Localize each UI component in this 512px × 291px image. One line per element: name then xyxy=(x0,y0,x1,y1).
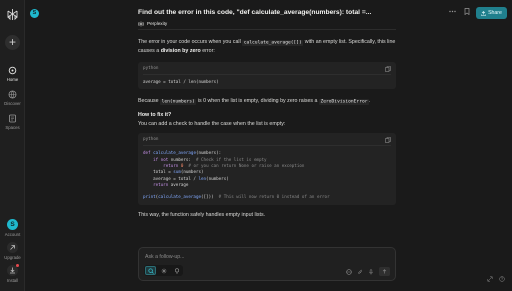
copy-icon[interactable] xyxy=(385,66,391,72)
follow-up-input[interactable]: Ask a follow-up... xyxy=(145,254,185,260)
corner-tools xyxy=(487,276,505,282)
tab-perplexity[interactable]: Perplexity xyxy=(138,20,396,28)
research-mode-button[interactable] xyxy=(158,266,169,275)
download-icon xyxy=(7,264,19,276)
sidebar-item-label: Spaces xyxy=(5,125,20,130)
expand-icon[interactable] xyxy=(487,276,493,282)
labs-mode-button[interactable] xyxy=(171,266,182,275)
sidebar-item-upgrade[interactable]: Upgrade xyxy=(0,242,25,260)
home-search-icon xyxy=(8,66,17,75)
sidebar-item-label: Account xyxy=(4,232,21,237)
sidebar-item-label: Home xyxy=(6,77,19,82)
answer-paragraph: Because len(numbers) is 0 when the list … xyxy=(138,98,371,105)
left-sidebar: + Home Discover Spaces S Account Upgrade xyxy=(0,0,25,291)
code-language-label: python xyxy=(143,137,391,147)
bookmark-icon[interactable] xyxy=(464,8,470,15)
upgrade-icon xyxy=(7,242,18,253)
lightbulb-icon xyxy=(174,267,179,274)
composer-tools xyxy=(346,267,390,276)
globe-icon xyxy=(8,90,17,99)
share-label: Share xyxy=(488,10,502,16)
search-mode-toggle xyxy=(144,265,183,276)
spaces-icon xyxy=(9,114,16,123)
inline-code: ZeroDivisionError xyxy=(318,98,369,105)
sidebar-item-label: Install xyxy=(6,278,19,283)
inline-code: calculate_average([]) xyxy=(242,39,304,46)
answer-content: Perplexity The error in your code occurs… xyxy=(138,20,396,219)
answer-paragraph: The error in your code occurs when you c… xyxy=(138,39,396,55)
microphone-icon[interactable] xyxy=(368,268,374,275)
sidebar-item-spaces[interactable]: Spaces xyxy=(0,114,25,130)
divider xyxy=(138,29,396,30)
more-options-icon[interactable] xyxy=(449,8,456,15)
page-title: Find out the error in this code, "def ca… xyxy=(138,9,372,16)
attach-icon[interactable] xyxy=(357,269,363,275)
inline-code: len(numbers) xyxy=(160,98,197,105)
avatar[interactable]: S xyxy=(30,9,39,18)
new-thread-button[interactable]: + xyxy=(5,35,20,50)
globe-icon[interactable] xyxy=(346,268,352,275)
search-icon xyxy=(147,267,154,274)
send-button[interactable] xyxy=(379,267,390,276)
perplexity-logo-icon[interactable] xyxy=(6,8,19,21)
sidebar-item-label: Discover xyxy=(4,101,21,106)
code-block: python def calculate_average(numbers): i… xyxy=(138,133,396,205)
search-mode-button[interactable] xyxy=(145,266,156,275)
code-content: def calculate_average(numbers): if not n… xyxy=(143,150,330,200)
share-button[interactable]: Share xyxy=(476,7,507,19)
sidebar-item-install[interactable]: Install xyxy=(0,264,25,283)
arrow-up-icon xyxy=(382,269,387,274)
help-icon[interactable] xyxy=(499,276,505,282)
research-icon xyxy=(161,268,166,273)
code-content: average = total / len(numbers) xyxy=(143,78,219,84)
perplexity-tab-icon xyxy=(138,21,144,26)
answer-paragraph: You can add a check to handle the case w… xyxy=(138,120,286,127)
sidebar-item-account[interactable]: S Account xyxy=(0,219,25,237)
avatar: S xyxy=(7,219,18,230)
share-icon xyxy=(481,10,486,16)
answer-paragraph: This way, the function safely handles em… xyxy=(138,211,266,218)
notification-dot xyxy=(16,264,19,267)
sidebar-item-discover[interactable]: Discover xyxy=(0,90,25,106)
tab-label: Perplexity xyxy=(147,21,168,26)
copy-icon[interactable] xyxy=(385,137,391,144)
section-heading: How to fix it? xyxy=(138,111,172,118)
code-language-label: python xyxy=(143,66,391,75)
code-block: python average = total / len(numbers) xyxy=(138,61,396,90)
sidebar-item-home[interactable]: Home xyxy=(0,66,25,82)
sidebar-item-label: Upgrade xyxy=(4,255,21,260)
follow-up-composer[interactable]: Ask a follow-up... xyxy=(138,247,396,281)
thread-actions xyxy=(449,8,470,15)
